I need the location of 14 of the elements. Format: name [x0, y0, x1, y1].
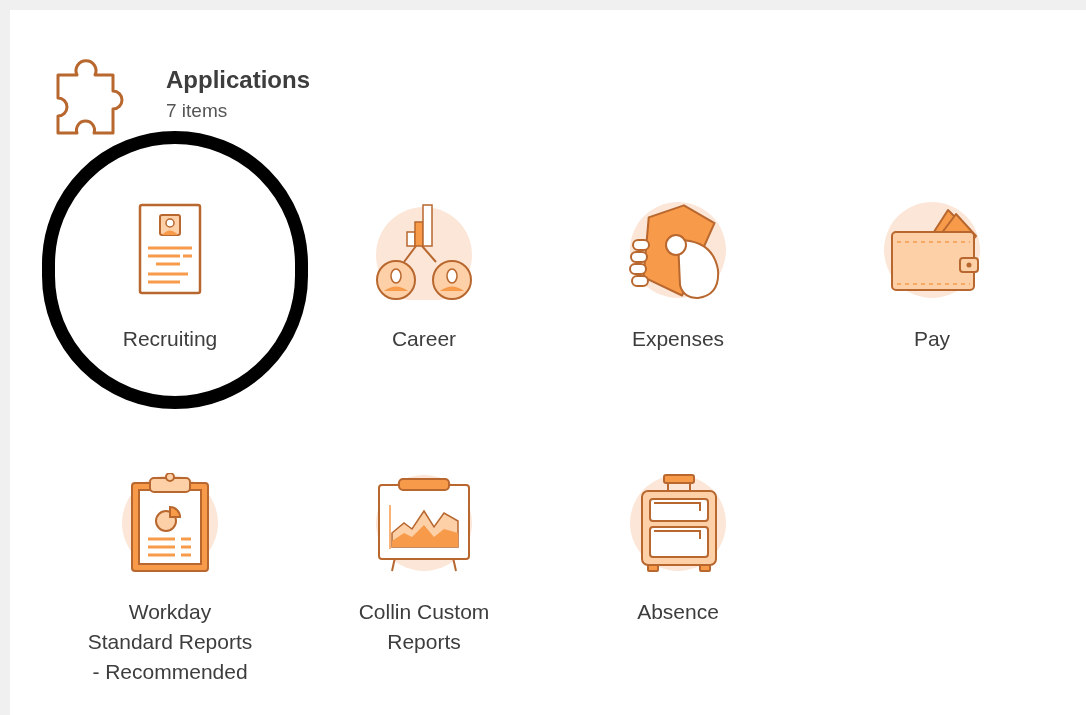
wallet-icon[interactable] [882, 200, 982, 300]
app-link[interactable]: Workday Standard Reports - Recommended [87, 597, 253, 687]
easel-chart-icon[interactable] [374, 473, 474, 573]
app-link[interactable]: Expenses [631, 324, 725, 354]
item-count: 7 items [166, 99, 229, 123]
cash-in-hand-icon[interactable] [628, 200, 728, 300]
app-link[interactable]: Career [391, 324, 457, 354]
section-title: Applications [166, 65, 310, 95]
luggage-icon[interactable] [628, 473, 728, 573]
app-link[interactable]: Pay [913, 324, 951, 354]
clipboard-icon[interactable] [120, 473, 220, 573]
app-link[interactable]: Recruiting [122, 324, 218, 354]
app-link[interactable]: Collin Custom Reports [358, 597, 490, 657]
app-link[interactable]: Absence [637, 597, 719, 627]
